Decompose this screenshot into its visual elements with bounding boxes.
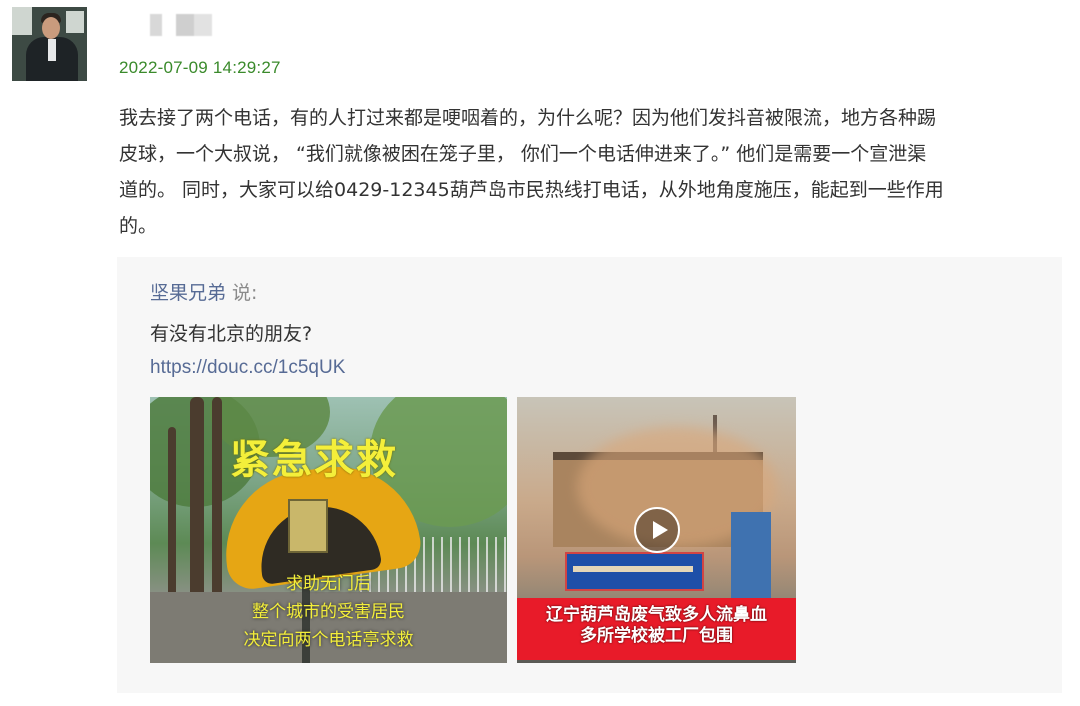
play-icon[interactable] (634, 507, 680, 553)
quote-says-label: 说: (232, 282, 258, 304)
thumbnail-caption-line: 整个城市的受害居民 (252, 602, 405, 622)
quote-author-line: 坚果兄弟 说: (150, 278, 257, 305)
thumbnail-video-factory[interactable]: 辽宁葫芦岛废气致多人流鼻血 多所学校被工厂包围 (517, 397, 796, 663)
post-timestamp: 2022-07-09 14:29:27 (119, 58, 281, 77)
thumbnail-headline: 紧急求救 (230, 437, 398, 483)
thumbnail-caption-line: 求助无门后 (286, 574, 371, 594)
post-line: 的。 (119, 215, 158, 237)
video-banner-line: 多所学校被工厂包围 (580, 626, 733, 646)
username-redacted (150, 14, 212, 36)
quote-link[interactable]: https://douc.cc/1c5qUK (150, 357, 345, 379)
user-avatar[interactable] (12, 7, 87, 81)
thumbnail-image-phone-booth[interactable]: 紧急求救 求助无门后 整个城市的受害居民 决定向两个电话亭求救 (150, 397, 507, 663)
thumbnail-caption-line: 决定向两个电话亭求救 (243, 630, 414, 650)
post-line: 我去接了两个电话，有的人打过来都是哽咽着的，为什么呢？因为他们发抖音被限流，地方… (119, 107, 937, 129)
post-line: 皮球，一个大叔说， “我们就像被困在笼子里， 你们一个电话伸进来了。” 他们是需… (119, 143, 927, 165)
quote-author-name[interactable]: 坚果兄弟 (150, 282, 226, 304)
post-body: 我去接了两个电话，有的人打过来都是哽咽着的，为什么呢？因为他们发抖音被限流，地方… (119, 100, 1059, 244)
post-line: 道的。 同时，大家可以给0429-12345葫芦岛市民热线打电话，从外地角度施压… (119, 179, 944, 201)
quote-text: 有没有北京的朋友? (150, 323, 313, 345)
phone-icon (288, 499, 328, 553)
